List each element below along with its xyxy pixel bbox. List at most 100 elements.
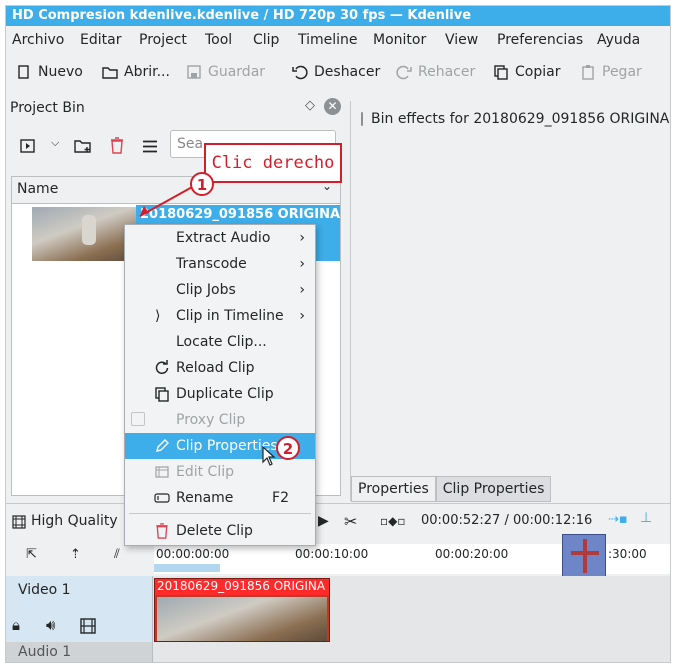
menu-transcode-label: Transcode — [176, 256, 247, 272]
annotation-callout: Clic derecho — [204, 143, 342, 183]
spacer-tool-icon[interactable]: ▫◆▫ — [380, 514, 406, 528]
abrir-label: Abrir... — [124, 64, 170, 80]
bin-effects-label: Bin effects for 20180629_091856 ORIGINAL… — [371, 111, 670, 127]
razor-icon[interactable]: ✂ — [344, 512, 357, 531]
menu-rename-label: Rename — [176, 490, 234, 506]
add-folder-icon[interactable] — [74, 138, 92, 154]
menu-locate-clip-label: Locate Clip... — [176, 334, 267, 350]
menu-edit-clip[interactable]: Edit Clip — [125, 459, 315, 485]
properties-tabs: Properties Clip Properties — [351, 476, 552, 502]
menu-extract-audio[interactable]: Extract Audio › — [125, 225, 315, 251]
step-2-badge: 2 — [276, 436, 300, 460]
rehacer-button[interactable]: Rehacer — [396, 64, 475, 80]
close-panel-icon[interactable]: ✕ — [324, 98, 341, 115]
add-clip-dropdown-icon[interactable]: ⌵ — [51, 136, 59, 150]
menu-duplicate-clip-label: Duplicate Clip — [176, 386, 274, 402]
timeline-clip-label: 20180629_091856 ORIGINA — [157, 579, 326, 593]
bin-effects-checkbox[interactable] — [361, 112, 363, 126]
submenu-arrow-icon: › — [299, 256, 305, 272]
delete-clip-icon[interactable] — [110, 137, 124, 154]
menu-archivo[interactable]: Archivo — [12, 32, 64, 48]
menu-monitor[interactable]: Monitor — [373, 32, 426, 48]
window-title: HD Compresion kdenlive.kdenlive / HD 720… — [6, 6, 670, 26]
menu-clip-in-timeline[interactable]: ⟩ Clip in Timeline › — [125, 303, 315, 329]
nuevo-label: Nuevo — [38, 64, 83, 80]
menu-clip-jobs-label: Clip Jobs — [176, 282, 236, 298]
timeline-clip-thumbnail — [157, 597, 327, 641]
abrir-button[interactable]: Abrir... — [102, 64, 170, 80]
timeline-clip[interactable]: 20180629_091856 ORIGINA — [154, 578, 330, 642]
ruler-mark-20: 00:00:20:00 — [435, 547, 509, 561]
clip-context-menu: Extract Audio › Transcode › Clip Jobs › … — [124, 224, 316, 546]
rehacer-label: Rehacer — [418, 64, 476, 80]
speaker-icon[interactable]: 🔊︎ — [46, 616, 55, 634]
menu-rename[interactable]: Rename F2 — [125, 485, 315, 511]
pencil-icon — [156, 439, 169, 452]
menu-clip[interactable]: Clip — [253, 32, 279, 48]
menu-clip-jobs[interactable]: Clip Jobs › — [125, 277, 315, 303]
menu-editar[interactable]: Editar — [80, 32, 121, 48]
menu-locate-clip[interactable]: Locate Clip... — [125, 329, 315, 355]
menu-duplicate-clip[interactable]: Duplicate Clip — [125, 381, 315, 407]
menu-reload-clip[interactable]: Reload Clip — [125, 355, 315, 381]
submenu-arrow-icon: › — [299, 282, 305, 298]
film-icon[interactable] — [80, 618, 96, 634]
project-bin-title: Project Bin — [10, 100, 85, 116]
submenu-arrow-icon: › — [299, 230, 305, 246]
menu-timeline[interactable]: Timeline — [298, 32, 358, 48]
overwrite-icon[interactable]: ⊥ — [640, 510, 652, 526]
guardar-button[interactable]: Guardar — [186, 64, 265, 80]
play-icon[interactable]: ▶ — [318, 513, 329, 529]
timeline-ruler[interactable]: 00:00:00:00 00:00:10:00 00:00:20:00 :30:… — [154, 534, 670, 578]
tab-clip-properties[interactable]: Clip Properties — [435, 476, 552, 502]
tab-properties[interactable]: Properties — [351, 476, 436, 502]
menu-transcode[interactable]: Transcode › — [125, 251, 315, 277]
quality-select[interactable]: High Quality — [31, 513, 118, 529]
insert-icon[interactable]: ⇢▪ — [608, 512, 628, 527]
dragged-clip-icon — [562, 534, 606, 578]
copiar-button[interactable]: Copiar — [493, 64, 560, 80]
add-clip-icon[interactable] — [20, 138, 36, 154]
submenu-arrow-icon: › — [299, 308, 305, 324]
menu-delete-clip[interactable]: Delete Clip — [125, 518, 315, 544]
timecode-display: 00:00:52:27 / 00:00:12:16 — [421, 513, 593, 528]
pegar-label: Pegar — [602, 64, 642, 80]
menu-ayuda[interactable]: Ayuda — [597, 32, 640, 48]
video-track-header: Video 1 🔒︎ 🔊︎ Audio 1 — [6, 576, 153, 662]
magnet-icon[interactable]: ⫽ — [114, 547, 120, 562]
track-tool-icon[interactable]: ⇱ — [26, 547, 37, 562]
float-panel-icon[interactable]: ◇ — [305, 98, 315, 113]
pegar-button[interactable]: Pegar — [580, 64, 642, 80]
ruler-mark-10: 00:00:10:00 — [295, 547, 369, 561]
audio-track-label: Audio 1 — [18, 644, 72, 660]
column-name-header[interactable]: Name — [17, 181, 58, 197]
folder-open-icon — [102, 67, 118, 79]
paste-icon — [582, 65, 594, 80]
menu-tool[interactable]: Tool — [205, 32, 232, 48]
bin-menu-icon[interactable] — [142, 140, 158, 153]
menu-preferencias[interactable]: Preferencias — [497, 32, 583, 48]
bin-effects-panel: Bin effects for 20180629_091856 ORIGINAL… — [350, 101, 670, 502]
undo-icon — [292, 65, 308, 80]
lock-icon[interactable]: 🔒︎ — [12, 616, 20, 634]
menu-extract-audio-label: Extract Audio — [176, 230, 271, 246]
ruler-mark-0: 00:00:00:00 — [156, 547, 230, 561]
clip-thumbnail — [32, 207, 136, 261]
menu-project[interactable]: Project — [139, 32, 187, 48]
snap-tool-icon[interactable]: ⇡ — [70, 547, 81, 562]
menu-reload-clip-label: Reload Clip — [176, 360, 255, 376]
copiar-label: Copiar — [515, 64, 561, 80]
menu-view[interactable]: View — [445, 32, 478, 48]
nuevo-button[interactable]: Nuevo — [16, 64, 83, 80]
rename-icon — [154, 493, 170, 503]
video-track-label: Video 1 — [18, 582, 71, 598]
menu-clip-in-timeline-label: Clip in Timeline — [176, 308, 284, 324]
menu-proxy-clip[interactable]: Proxy Clip — [125, 407, 315, 433]
mouse-cursor-icon — [262, 446, 276, 466]
proxy-checkbox-icon — [131, 412, 145, 426]
kdenlive-window: HD Compresion kdenlive.kdenlive / HD 720… — [6, 6, 670, 662]
bin-effects-toggle[interactable]: Bin effects for 20180629_091856 ORIGINAL… — [361, 111, 670, 127]
zone-marker[interactable] — [154, 564, 220, 572]
deshacer-button[interactable]: Deshacer — [292, 64, 380, 80]
quality-icon — [12, 515, 26, 529]
